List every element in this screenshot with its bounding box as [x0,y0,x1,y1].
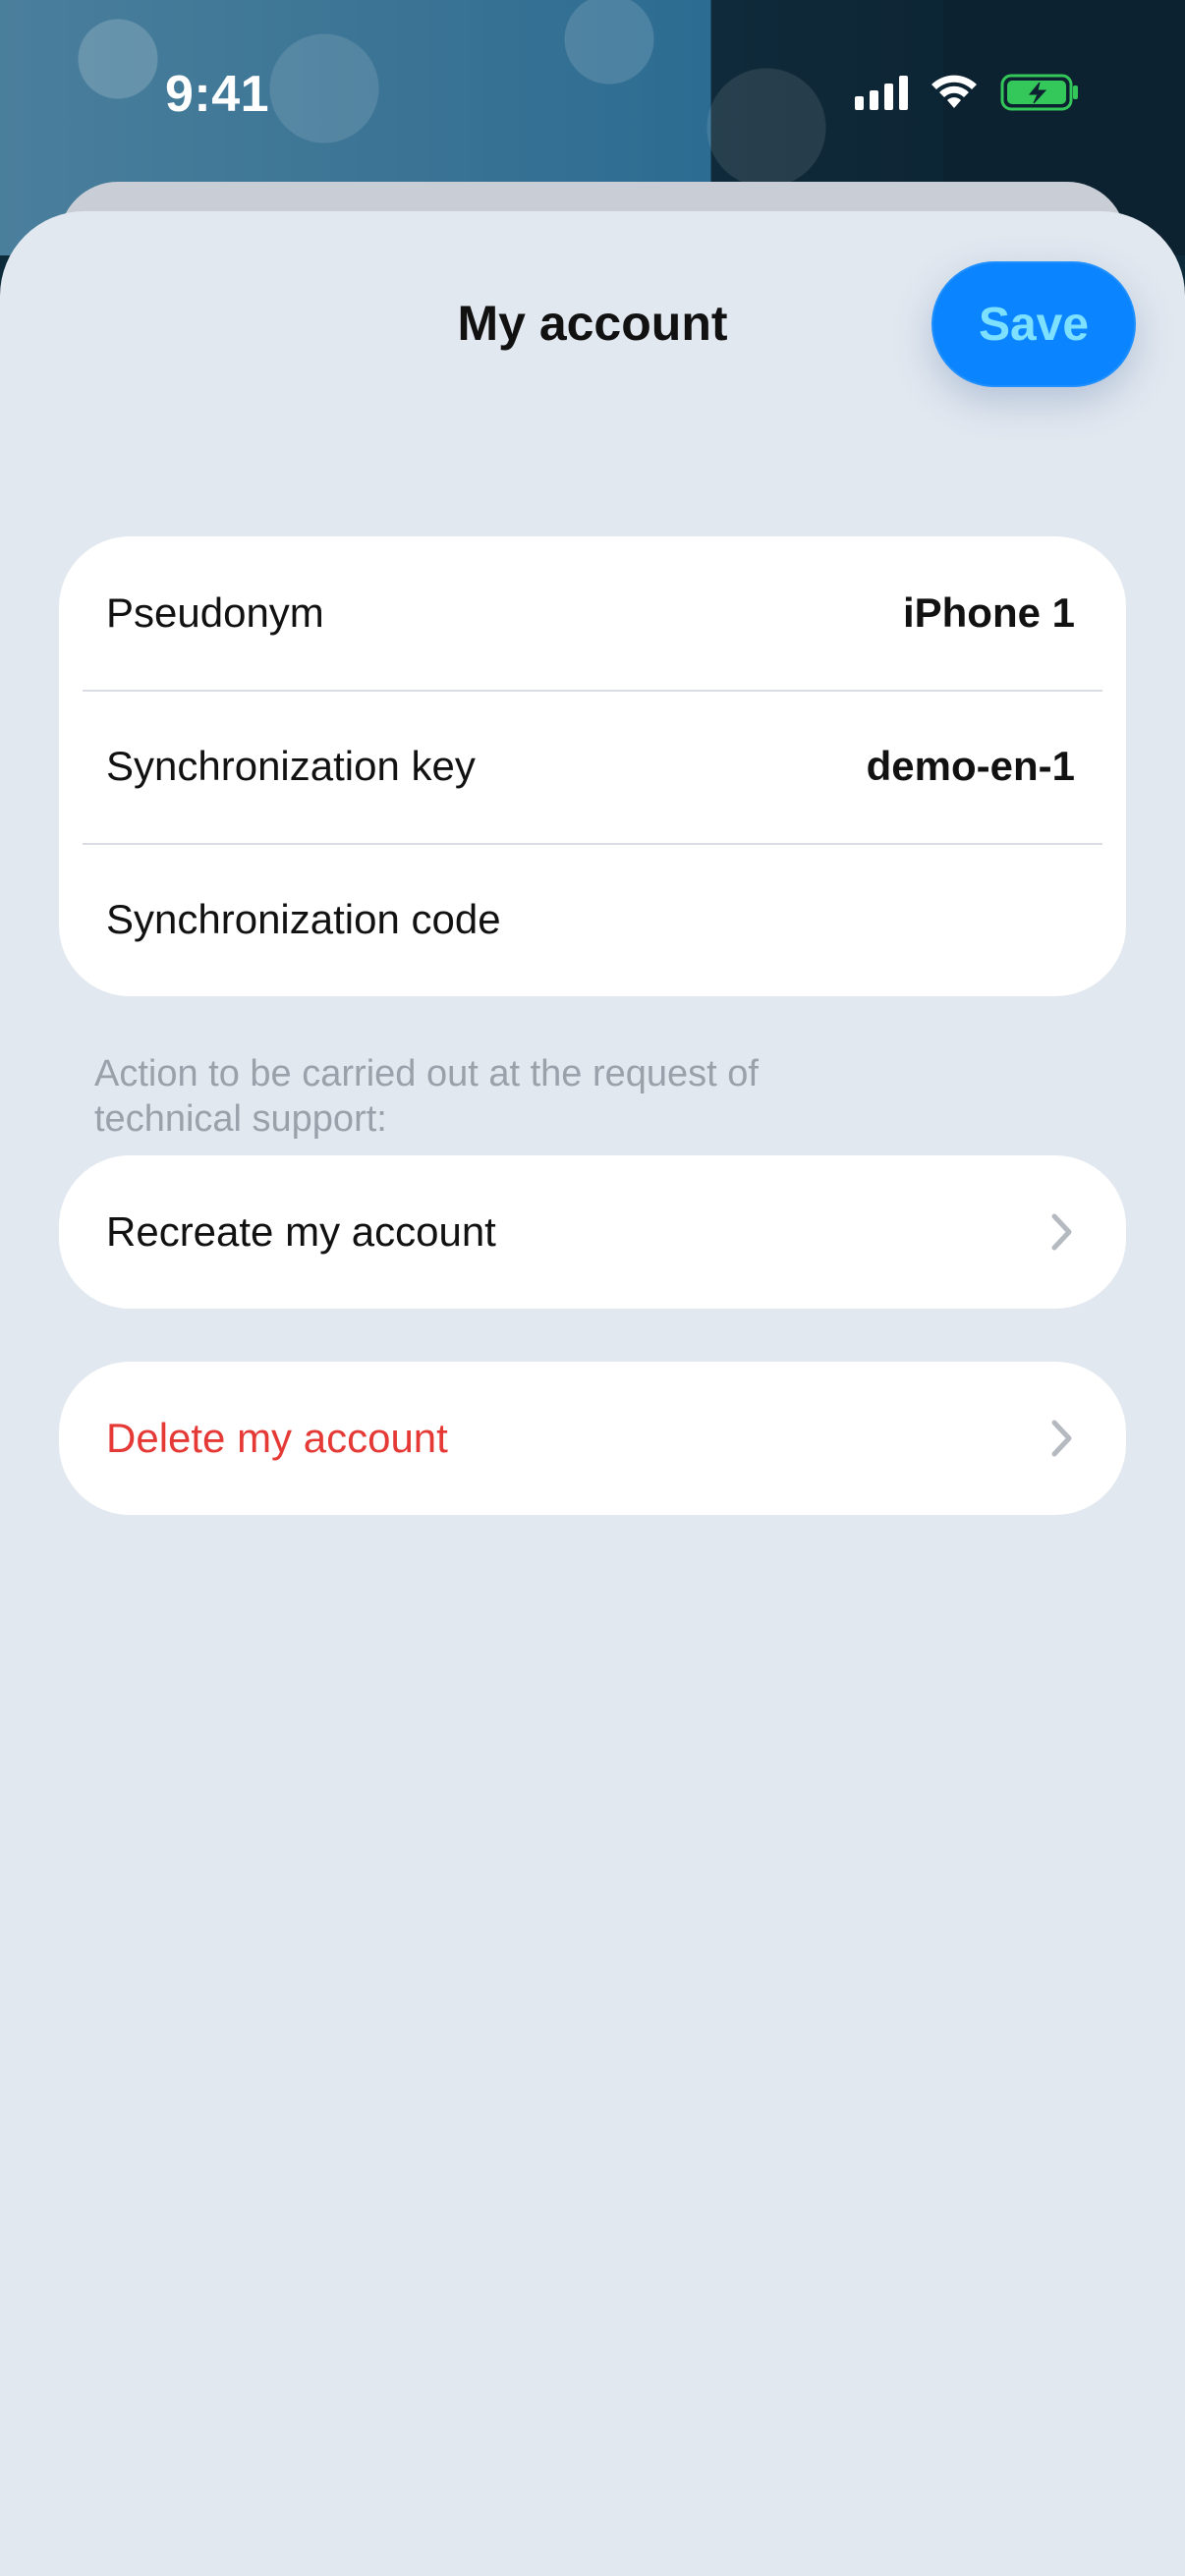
support-section-note: Action to be carried out at the request … [94,1053,759,1140]
chevron-right-icon [1049,1419,1075,1458]
save-button[interactable]: Save [931,261,1136,387]
synchronization-key-label: Synchronization key [106,743,476,789]
wifi-icon [930,75,979,110]
cellular-signal-icon [855,75,908,110]
synchronization-code-row[interactable]: Synchronization code [59,843,1126,996]
synchronization-key-row[interactable]: Synchronization key demo-en-1 [59,690,1126,843]
recreate-account-row[interactable]: Recreate my account [59,1155,1126,1309]
battery-charging-icon [1000,73,1081,112]
synchronization-key-value: demo-en-1 [866,743,1075,789]
pseudonym-label: Pseudonym [106,589,324,636]
synchronization-code-label: Synchronization code [106,896,501,942]
pseudonym-row[interactable]: Pseudonym iPhone 1 [59,536,1126,690]
recreate-account-group: Recreate my account [59,1155,1126,1309]
recreate-account-label: Recreate my account [106,1208,496,1255]
pseudonym-value: iPhone 1 [902,589,1075,636]
chevron-right-icon [1049,1212,1075,1252]
status-time: 9:41 [165,66,270,123]
account-info-group: Pseudonym iPhone 1 Synchronization key d… [59,536,1126,996]
delete-account-row[interactable]: Delete my account [59,1362,1126,1515]
status-icons [855,73,1081,112]
delete-account-group: Delete my account [59,1362,1126,1515]
status-bar: 9:41 [0,0,1185,187]
delete-account-label: Delete my account [106,1415,448,1461]
